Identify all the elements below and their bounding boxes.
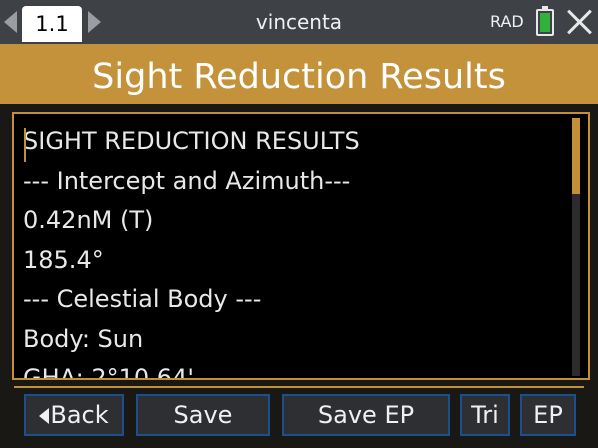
angle-mode-indicator: RAD xyxy=(490,12,524,31)
tri-button[interactable]: Tri xyxy=(460,394,510,436)
result-line-body: Body: Sun xyxy=(23,324,144,353)
back-button[interactable]: Back xyxy=(24,394,124,436)
result-line-heading: SIGHT REDUCTION RESULTS xyxy=(23,127,360,155)
results-lines: SIGHT REDUCTION RESULTS --- Intercept an… xyxy=(23,122,564,380)
dialog-title: Sight Reduction Results xyxy=(92,57,506,97)
dialog-header: Sight Reduction Results xyxy=(0,44,598,104)
button-divider xyxy=(14,386,584,388)
result-line-intercept-section: --- Intercept and Azimuth--- xyxy=(23,166,351,195)
result-line-body-section: --- Celestial Body --- xyxy=(23,285,262,313)
text-cursor xyxy=(24,128,26,162)
back-arrow-icon xyxy=(39,408,50,424)
result-line-gha: GHA: 2°10.64' xyxy=(23,364,194,380)
close-icon[interactable] xyxy=(566,8,594,36)
back-button-label: Back xyxy=(50,401,109,429)
results-text-box[interactable]: SIGHT REDUCTION RESULTS --- Intercept an… xyxy=(12,112,590,380)
save-button[interactable]: Save xyxy=(136,394,270,436)
top-bar: 1.1 vincenta RAD xyxy=(0,0,598,44)
scrollbar-thumb[interactable] xyxy=(572,118,580,194)
battery-level-fill xyxy=(540,13,550,32)
ep-button[interactable]: EP xyxy=(520,394,576,436)
result-line-intercept: 0.42nM (T) xyxy=(23,206,154,234)
result-line-azimuth: 185.4° xyxy=(23,245,104,274)
dialog-body: SIGHT REDUCTION RESULTS --- Intercept an… xyxy=(0,104,598,448)
battery-icon xyxy=(536,6,554,36)
save-ep-button[interactable]: Save EP xyxy=(282,394,450,436)
